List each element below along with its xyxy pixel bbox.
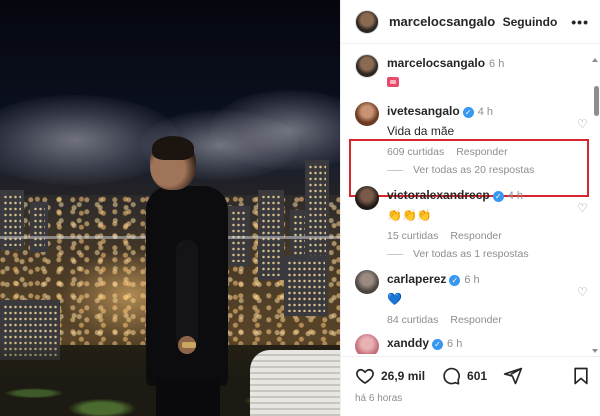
post-time: há 6 horas xyxy=(355,393,403,404)
divider xyxy=(387,169,403,171)
divider xyxy=(387,253,403,255)
scroll-down-arrow-icon[interactable] xyxy=(592,349,598,353)
bookmark-icon[interactable] xyxy=(571,366,591,386)
comments-list[interactable]: marcelocsangalo 6 h ivetesangalo ✓ 4 h Vida… xyxy=(341,44,600,354)
comment-text: Vida da mãe xyxy=(387,124,455,138)
comment-username[interactable]: ivetesangalo xyxy=(387,104,460,118)
scroll-up-arrow-icon[interactable] xyxy=(592,58,598,62)
man-legs xyxy=(156,380,220,416)
avatar[interactable] xyxy=(355,54,379,78)
comment-time: 4 h xyxy=(477,106,493,118)
view-replies-button[interactable]: Ver todas as 1 respostas xyxy=(387,248,529,260)
building xyxy=(305,160,329,270)
wristwatch xyxy=(182,342,196,348)
building xyxy=(284,256,328,316)
likes-count[interactable]: 84 curtidas xyxy=(387,314,438,326)
post-panel: marcelocsangalo Seguindo ••• marcelocsan… xyxy=(340,0,600,416)
avatar[interactable] xyxy=(355,9,379,34)
likes-count[interactable]: 15 curtidas xyxy=(387,230,438,242)
heart-icon[interactable]: ♡ xyxy=(577,202,589,214)
building xyxy=(30,202,48,252)
view-replies-button[interactable]: Ver todas as 20 respostas xyxy=(387,164,534,176)
scrollbar[interactable] xyxy=(594,86,599,116)
view-replies-label: Ver todas as 20 respostas xyxy=(413,164,535,176)
comment-bubble-icon[interactable] xyxy=(441,366,461,386)
heart-icon[interactable]: ♡ xyxy=(577,118,589,130)
likes-count[interactable]: 609 curtidas xyxy=(387,146,444,158)
header-username[interactable]: marcelocsangalo xyxy=(389,14,495,29)
avatar[interactable] xyxy=(355,334,379,354)
reply-button[interactable]: Responder xyxy=(450,314,501,326)
comment-text: 💙 xyxy=(387,292,402,306)
like-count[interactable]: 26,9 mil xyxy=(381,369,425,383)
verified-icon: ✓ xyxy=(492,191,504,202)
man-arm xyxy=(176,240,198,350)
avatar[interactable] xyxy=(355,102,379,126)
comment-time: 6 h xyxy=(489,58,505,70)
comment-time: 6 h xyxy=(464,274,480,286)
share-send-icon[interactable] xyxy=(503,366,523,386)
heart-icon[interactable]: ♡ xyxy=(577,286,589,298)
verified-icon: ✓ xyxy=(432,339,444,350)
comment-time: 6 h xyxy=(447,338,463,350)
lounge-chair xyxy=(250,350,340,416)
comment-count[interactable]: 601 xyxy=(467,369,487,383)
comment-username[interactable]: marcelocsangalo xyxy=(387,56,485,70)
comment-text: 👏👏👏 xyxy=(387,208,432,222)
comment-username[interactable]: carlaperez xyxy=(387,272,446,286)
like-heart-icon[interactable] xyxy=(355,366,375,386)
following-button[interactable]: Seguindo xyxy=(503,15,558,29)
building xyxy=(258,190,284,280)
verified-icon: ✓ xyxy=(462,107,474,118)
action-bar: 26,9 mil 601 há 6 horas xyxy=(341,356,600,416)
post-header: marcelocsangalo Seguindo ••• xyxy=(341,0,600,44)
comment-text xyxy=(387,76,577,90)
reply-button[interactable]: Responder xyxy=(456,146,507,158)
building xyxy=(0,190,24,250)
comment-username[interactable]: xanddy xyxy=(387,336,429,350)
reply-button[interactable]: Responder xyxy=(450,230,501,242)
view-replies-label: Ver todas as 1 respostas xyxy=(413,248,529,260)
more-options-icon[interactable]: ••• xyxy=(571,14,589,30)
man-hair xyxy=(152,136,194,160)
comment-username[interactable]: victoralexandrecp xyxy=(387,188,490,202)
comment-time: 4 h xyxy=(507,190,524,202)
avatar[interactable] xyxy=(355,186,379,210)
flag-emoji-icon xyxy=(387,77,399,87)
verified-icon: ✓ xyxy=(449,275,461,286)
post-photo[interactable] xyxy=(0,0,340,416)
avatar[interactable] xyxy=(355,270,379,294)
